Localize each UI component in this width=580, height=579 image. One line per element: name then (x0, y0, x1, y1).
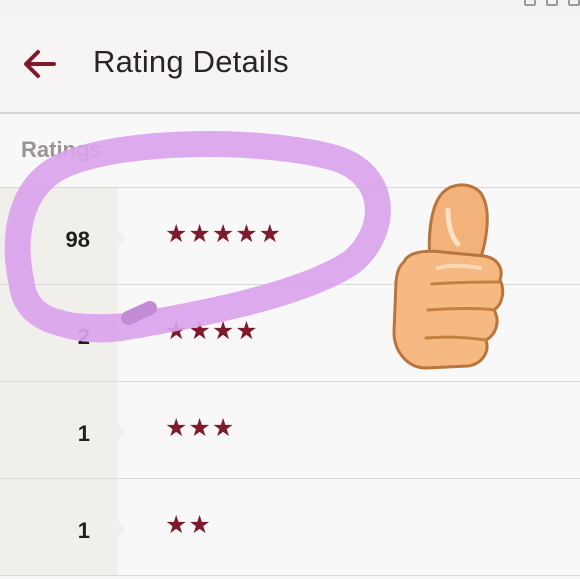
rating-row[interactable]: 2 ★★★★ (0, 285, 580, 382)
section-heading: Ratings (21, 137, 102, 162)
rating-row[interactable]: 98 ★★★★★ (0, 188, 580, 285)
rating-count: 98 (65, 227, 90, 252)
rating-count: 2 (77, 324, 90, 349)
rating-count-cell: 2 (0, 285, 126, 381)
app-bar: Rating Details (0, 14, 580, 114)
status-bar (0, 0, 580, 14)
rating-count-cell: 98 (0, 188, 126, 284)
rating-row[interactable]: 1 ★★ (0, 479, 580, 576)
back-button[interactable] (18, 40, 66, 88)
star-rating: ★★★★ (165, 317, 259, 345)
ratings-list: 98 ★★★★★ 2 ★★★★ 1 ★★★ 1 ★★ (0, 188, 580, 576)
arrow-left-icon (18, 40, 66, 88)
rating-count-cell: 1 (0, 479, 126, 575)
star-rating: ★★★ (165, 414, 236, 442)
rating-count: 1 (77, 518, 90, 543)
status-icon (568, 0, 580, 6)
rating-row[interactable]: 1 ★★★ (0, 382, 580, 479)
ratings-content: Ratings 98 ★★★★★ 2 ★★★★ 1 ★★★ 1 ★★ (0, 114, 580, 579)
star-rating: ★★ (165, 511, 212, 539)
rating-count: 1 (77, 421, 90, 446)
rating-count-cell: 1 (0, 382, 126, 478)
status-icon (524, 0, 536, 6)
page-title: Rating Details (93, 44, 289, 79)
status-icon (546, 0, 558, 6)
star-rating: ★★★★★ (165, 220, 283, 248)
status-icons (524, 0, 580, 6)
